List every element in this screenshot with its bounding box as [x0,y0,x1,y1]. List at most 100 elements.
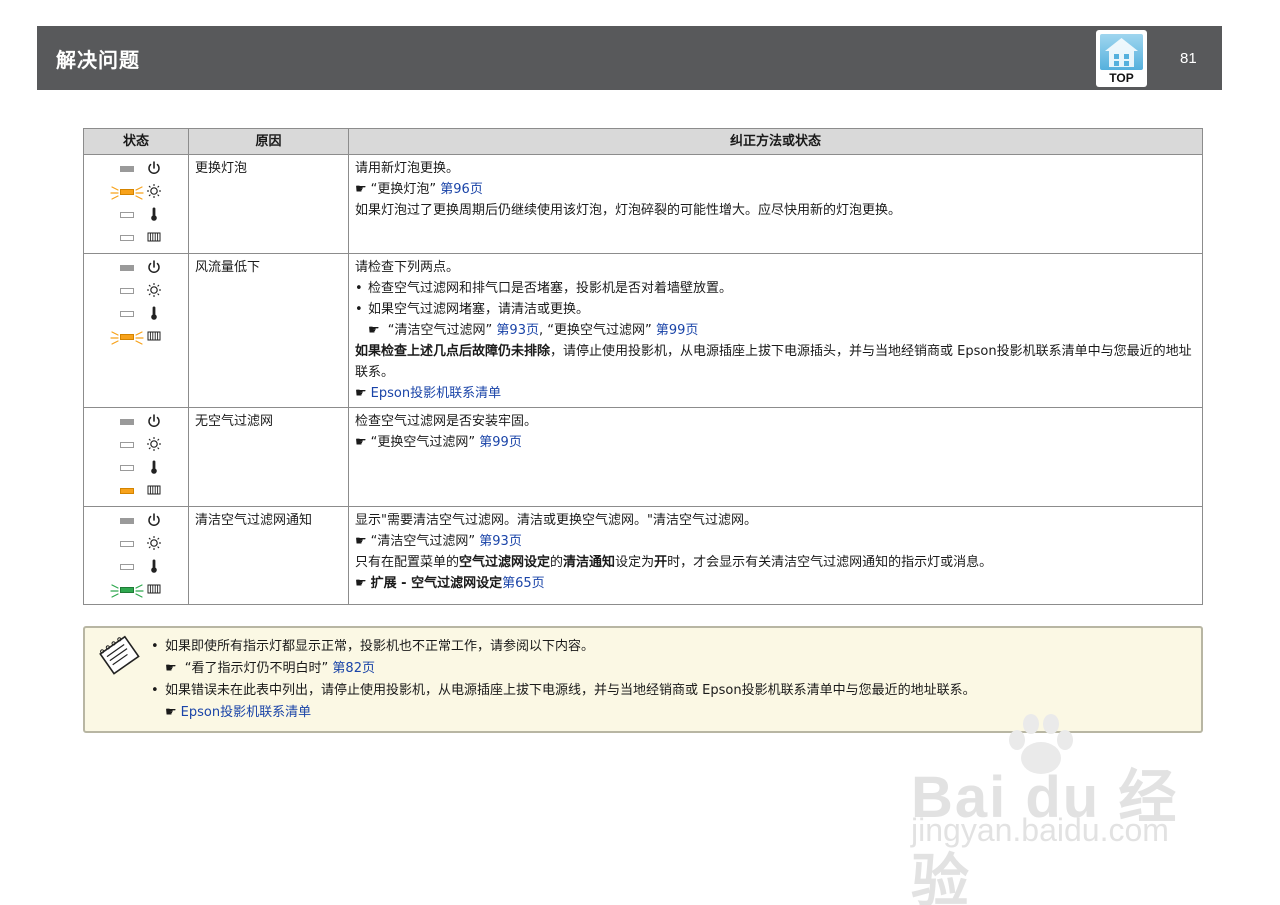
setting-value: 开 [654,555,668,570]
reference-line: ☛ 扩展 - 空气过滤网设定第65页 [355,573,1196,594]
pointing-hand-icon: ☛ [165,661,177,676]
list-item: 如果空气过滤网堵塞，请清洁或更换。 ☛ “清洁空气过滤网” 第93页, “更换空… [355,299,1196,341]
emphasis-text: 如果检查上述几点后故障仍未排除 [355,344,551,359]
thermometer-icon [151,559,157,573]
pointing-hand-icon: ☛ [355,534,367,549]
remedy-text: 请用新灯泡更换。 [355,161,460,176]
indicator-lamp [120,212,134,218]
remedy-text: 时，才会显示有关清洁空气过滤网通知的指示灯或消息。 [667,555,993,570]
setting-name: 清洁通知 [563,555,616,570]
note-text: 如果即使所有指示灯都显示正常，投影机也不正常工作，请参阅以下内容。 [165,639,595,654]
indicator-row [84,281,188,304]
remedy-cell: 显示"需要清洁空气过滤网。清洁或更换空气滤网。"清洁空气过滤网。 ☛ “清洁空气过… [348,506,1203,605]
lamp-sun-icon [147,536,161,550]
remedy-paragraph: 如果检查上述几点后故障仍未排除，请停止使用投影机，从电源插座上拔下电源插头，并与… [355,341,1196,383]
reference-title: “看了指示灯仍不明白时” [184,661,329,676]
bullet: • [151,683,159,698]
thermometer-icon [151,306,157,320]
reference-title: 扩展 - 空气过滤网设定 [370,576,503,591]
reference-line: ☛ “看了指示灯仍不明白时” 第82页 [151,658,1181,680]
indicator-lamp [120,189,134,195]
power-icon [148,513,160,526]
indicator-cell [83,506,189,605]
table-row: 风流量低下 请检查下列两点。 检查空气过滤网和排气口是否堵塞，投影机是否对着墙壁… [83,253,1203,408]
indicator-lamp [120,311,134,317]
lamp-sun-icon [147,437,161,451]
indicator-cell [83,407,189,507]
indicator-lamp [120,587,134,593]
cause-cell: 无空气过滤网 [188,407,349,507]
top-button[interactable]: TOP [1096,30,1147,87]
reference-line: ☛ Epson投影机联系清单 [355,383,1196,404]
filter-icon [147,232,161,242]
menu-item-name: 空气过滤网设定 [459,555,551,570]
indicator-row [84,228,188,251]
pointing-hand-icon: ☛ [368,323,380,338]
indicator-row [84,435,188,458]
indicator-row [84,511,188,534]
column-header-state: 状态 [83,128,189,155]
indicator-row [84,557,188,580]
indicator-row [84,580,188,603]
note-item: • 如果错误未在此表中列出，请停止使用投影机，从电源插座上拔下电源线，并与当地经… [151,680,1181,702]
reference-line: ☛ “更换灯泡” 第96页 [355,179,1196,200]
lamp-sun-icon [147,184,161,198]
page-link[interactable]: 第96页 [440,182,483,197]
page-link[interactable]: 第65页 [502,576,545,591]
note-item: • 如果即使所有指示灯都显示正常，投影机也不正常工作，请参阅以下内容。 [151,636,1181,658]
page-link[interactable]: 第99页 [479,435,522,450]
pointing-hand-icon: ☛ [355,386,367,401]
remedy-text: 检查空气过滤网是否安装牢固。 [355,414,538,429]
page-link[interactable]: 第93页 [479,534,522,549]
thermometer-icon [151,207,157,221]
note-text: 如果错误未在此表中列出，请停止使用投影机，从电源插座上拔下电源线，并与当地经销商… [165,683,976,698]
indicator-lamp [120,541,134,547]
filter-icon [147,584,161,594]
reference-separator: , [538,323,544,338]
page-link[interactable]: 第99页 [656,323,699,338]
indicator-row [84,304,188,327]
check-list: 检查空气过滤网和排气口是否堵塞，投影机是否对着墙壁放置。 如果空气过滤网堵塞，请… [355,278,1196,341]
page-header: 解决问题 TOP 81 [37,26,1222,90]
column-header-remedy: 纠正方法或状态 [348,128,1203,155]
remedy-text: 如果灯泡过了更换周期后仍继续使用该灯泡，灯泡碎裂的可能性增大。应尽快用新的灯泡更… [355,203,902,218]
indicator-lamp [120,564,134,570]
table-row: 无空气过滤网 检查空气过滤网是否安装牢固。 ☛ “更换空气过滤网” 第99页 [83,407,1203,507]
table-row: 更换灯泡 请用新灯泡更换。 ☛ “更换灯泡” 第96页 如果灯泡过了更换周期后仍继… [83,154,1203,254]
remedy-paragraph: 只有在配置菜单的空气过滤网设定的清洁通知设定为开时，才会显示有关清洁空气过滤网通… [355,552,1196,573]
remedy-text: 显示"需要清洁空气过滤网。清洁或更换空气滤网。"清洁空气过滤网。 [355,513,757,528]
pointing-hand-icon: ☛ [355,576,367,591]
cause-cell: 更换灯泡 [188,154,349,254]
contact-list-link[interactable]: Epson投影机联系清单 [181,705,311,720]
cause-cell: 风流量低下 [188,253,349,408]
page-number: 81 [1180,50,1197,67]
pointing-hand-icon: ☛ [165,705,177,720]
indicator-lamp [120,488,134,494]
page-link[interactable]: 第82页 [332,661,375,676]
indicator-lamp [120,465,134,471]
filter-icon [147,485,161,495]
remedy-text: 只有在配置菜单的 [355,555,460,570]
filter-icon [147,331,161,341]
indicator-lamp [120,288,134,294]
column-header-cause: 原因 [188,128,349,155]
indicator-row [84,258,188,281]
reference-title: “清洁空气过滤网” [387,323,493,338]
bullet: • [151,639,159,654]
watermark-url: jingyan.baidu.com [911,812,1169,848]
watermark: Bai du 经验 jingyan.baidu.com [905,712,1205,905]
power-icon [148,161,160,174]
reference-title: “更换空气过滤网” [547,323,652,338]
indicator-row [84,159,188,182]
table-header-row: 状态 原因 纠正方法或状态 [83,128,1203,155]
indicator-cell [83,154,189,254]
contact-list-link[interactable]: Epson投影机联系清单 [371,386,501,401]
list-item-text: 如果空气过滤网堵塞，请清洁或更换。 [368,302,590,317]
reference-line: ☛ “清洁空气过滤网” 第93页, “更换空气过滤网” 第99页 [368,320,1196,341]
indicator-cell [83,253,189,408]
power-icon [148,260,160,273]
lamp-sun-icon [147,283,161,297]
remedy-cell: 检查空气过滤网是否安装牢固。 ☛ “更换空气过滤网” 第99页 [348,407,1203,507]
page-link[interactable]: 第93页 [496,323,539,338]
list-item: 检查空气过滤网和排气口是否堵塞，投影机是否对着墙壁放置。 [355,278,1196,299]
